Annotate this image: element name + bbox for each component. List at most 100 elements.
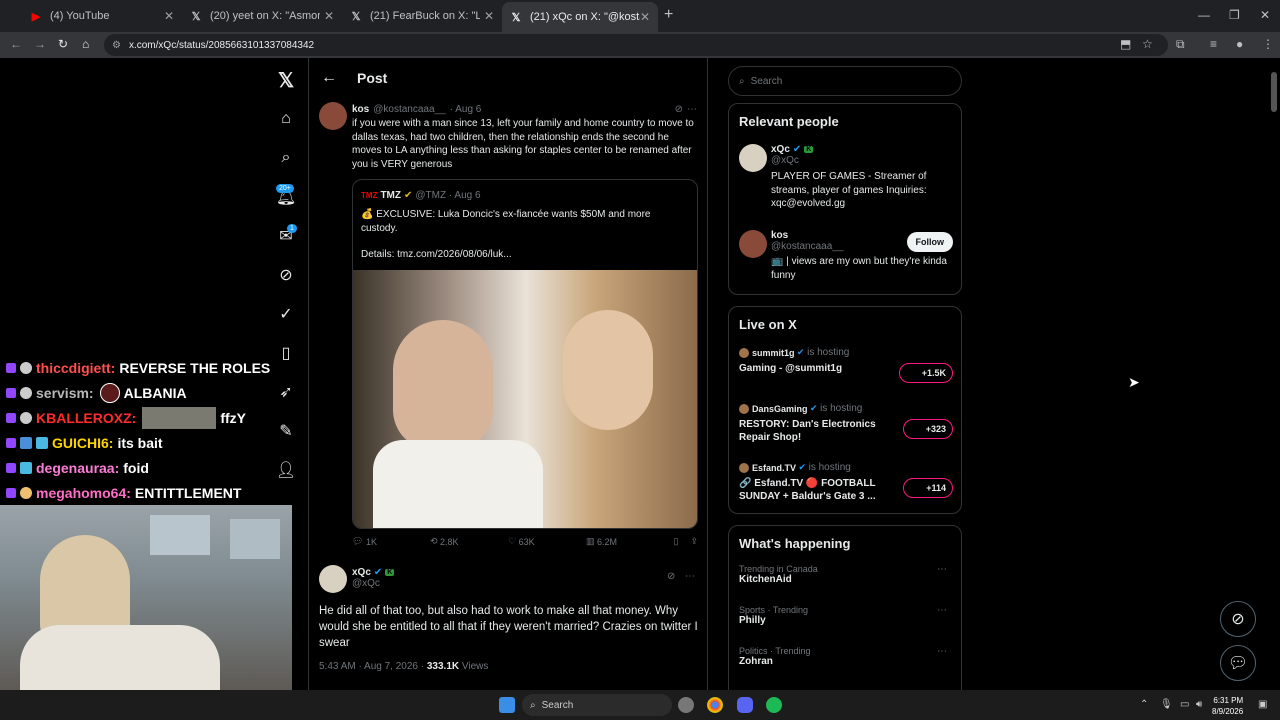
maximize-icon[interactable]: ❐ [1229,8,1240,22]
tweet-time[interactable]: 5:43 AM · Aug 7, 2026 · [319,661,424,672]
back-arrow-icon[interactable]: ← [321,69,337,87]
back-icon[interactable]: ← [10,37,22,51]
chat-message: its bait [117,434,163,451]
quote-link[interactable]: Details: tmz.com/2026/08/06/luk... [361,248,681,262]
share-icon[interactable]: ⇪ [690,536,698,547]
author-handle[interactable]: @xQc [352,578,394,589]
live-item[interactable]: Esfand.TV ✔ is hosting 🔗 Esfand.TV 🔴 FOO… [739,462,953,503]
verified-icon[interactable]: ✓ [274,302,298,326]
more-icon[interactable]: ⋯ [687,104,697,115]
listener-count-pill[interactable]: +323 [902,419,953,439]
tweet-date[interactable]: · Aug 6 [450,104,482,115]
listener-count-pill[interactable]: +1.5K [898,363,953,383]
like-button[interactable]: ♡ 63K [508,536,586,547]
avatar[interactable] [319,565,347,593]
author-handle[interactable]: @kostancaaa__ [373,104,445,115]
tab-youtube[interactable]: ▶ (4) YouTube ✕ [22,4,182,28]
url-bar[interactable]: ⚙ x.com/xQc/status/2085663101337084342 [104,34,1168,56]
site-info-icon[interactable]: ⚙ [112,40,121,51]
microphone-icon[interactable]: 🎙︎ [1160,699,1173,710]
tray-chevron-icon[interactable]: ⌃ [1140,699,1148,710]
more-icon[interactable]: ⋯ [937,646,947,657]
tweet-content: kos @kostancaaa__ · Aug 6 ⊘ ⋯ if you wer… [352,104,697,171]
system-clock[interactable]: 6:31 PM 8/9/2026 [1212,695,1243,717]
home-icon[interactable]: ⌂ [274,107,298,131]
chrome-icon[interactable] [707,697,723,713]
emote-badge-icon [20,361,32,374]
network-icon[interactable]: ▭ [1180,699,1189,710]
hosting-label: is hosting [808,462,851,473]
messages-fab-button[interactable]: 💬︎ [1220,645,1256,681]
lists-icon[interactable]: ✎ [274,419,298,443]
notification-center-icon[interactable]: ▣ [1258,699,1267,710]
tab-xqc-active[interactable]: 𝕏 (21) xQc on X: "@kostancaaa_ ✕ [502,2,658,32]
live-item[interactable]: summit1g ✔ is hosting Gaming - @summit1g… [739,347,953,383]
more-icon[interactable]: ⋯ [937,564,947,575]
trend-item[interactable]: Politics · Trending Zohran ⋯ [739,646,953,667]
verified-icon: ✔ [797,347,805,357]
new-tab-icon[interactable]: + [664,6,673,24]
emote-image [142,406,217,429]
avatar[interactable] [319,102,347,130]
grok-fab-button[interactable]: ⊘ [1220,601,1256,637]
pinned-app-icon[interactable] [678,697,694,713]
follow-button[interactable]: Follow [906,232,953,252]
jobs-rocket-icon[interactable]: ➶ [274,380,298,404]
spotify-icon[interactable] [766,697,782,713]
avatar[interactable] [739,144,767,172]
media-icon[interactable]: ≡ [1210,37,1217,51]
person-name[interactable]: xQc [771,144,790,155]
reply-button[interactable]: 💬︎ 1K [352,536,430,547]
profile-icon[interactable]: 👤︎ [274,458,298,482]
repost-button[interactable]: ⟲ 2.8K [430,536,508,547]
profile-avatar-icon[interactable]: ● [1236,37,1243,51]
taskbar-search[interactable]: ⌕ Search [522,694,672,716]
menu-kebab-icon[interactable]: ⋮ [1262,37,1274,51]
extensions-icon[interactable]: ⧉ [1176,37,1185,52]
window-close-icon[interactable]: ✕ [1260,8,1270,22]
trend-item[interactable]: Sports · Trending Philly ⋯ [739,605,953,626]
close-icon[interactable]: ✕ [324,9,334,23]
author-name[interactable]: xQc [352,567,371,578]
search-input[interactable]: ⌕ Search [728,66,962,96]
author-name[interactable]: kos [352,104,369,115]
close-icon[interactable]: ✕ [164,9,174,23]
bookmark-star-icon[interactable]: ☆ [1142,37,1153,51]
close-icon[interactable]: ✕ [640,10,650,24]
minimize-icon[interactable]: — [1198,8,1210,22]
bookmarks-icon[interactable]: ▯ [274,341,298,365]
more-icon[interactable]: ⋯ [937,605,947,616]
install-icon[interactable]: ⬒ [1120,37,1131,51]
live-on-x-box: Live on X summit1g ✔ is hosting Gaming -… [728,306,962,514]
views-button[interactable]: ▥ 6.2M [586,536,664,547]
page-scrollbar[interactable] [1268,58,1280,690]
grok-icon[interactable]: ⊘ [274,263,298,287]
listener-count-pill[interactable]: +114 [903,478,953,498]
close-icon[interactable]: ✕ [484,9,494,23]
start-windows-icon[interactable] [499,697,515,713]
trend-item[interactable]: Trending in Canada KitchenAid ⋯ [739,564,953,585]
grok-icon[interactable]: ⊘ [667,571,675,582]
tweet-text: if you were with a man since 13, left yo… [352,118,694,170]
explore-search-icon[interactable]: ⌕ [274,146,298,170]
x-logo-icon: 𝕏 [351,10,361,23]
discord-icon[interactable] [737,697,753,713]
forward-icon[interactable]: → [34,37,46,51]
chat-bubble-icon: 💬︎ [1227,655,1249,672]
tab-yeet[interactable]: 𝕏 (20) yeet on X: "Asmongold ap ✕ [182,4,342,28]
host-name: summit1g [752,347,795,358]
page-title: Post [357,70,388,86]
x-logo-icon[interactable]: 𝕏 [274,68,298,92]
more-icon[interactable]: ⋯ [685,571,695,582]
home-icon[interactable]: ⌂ [82,37,89,51]
scrollbar-thumb[interactable] [1271,72,1277,112]
quote-tweet[interactable]: TMZ TMZ ✔ @TMZ · Aug 6 💰 EXCLUSIVE: Luka… [352,179,698,529]
avatar[interactable] [739,230,767,258]
live-item[interactable]: DansGaming ✔ is hosting RESTORY: Dan's E… [739,403,953,444]
reload-icon[interactable]: ↻ [58,37,68,51]
grok-icon[interactable]: ⊘ [675,104,683,115]
volume-icon[interactable]: 🔊︎ [1196,699,1202,710]
tab-fearbuck[interactable]: 𝕏 (21) FearBuck on X: "Luka Donc ✕ [342,4,502,28]
quote-photo[interactable] [353,270,697,528]
bookmark-icon[interactable]: ▯ [674,536,679,547]
